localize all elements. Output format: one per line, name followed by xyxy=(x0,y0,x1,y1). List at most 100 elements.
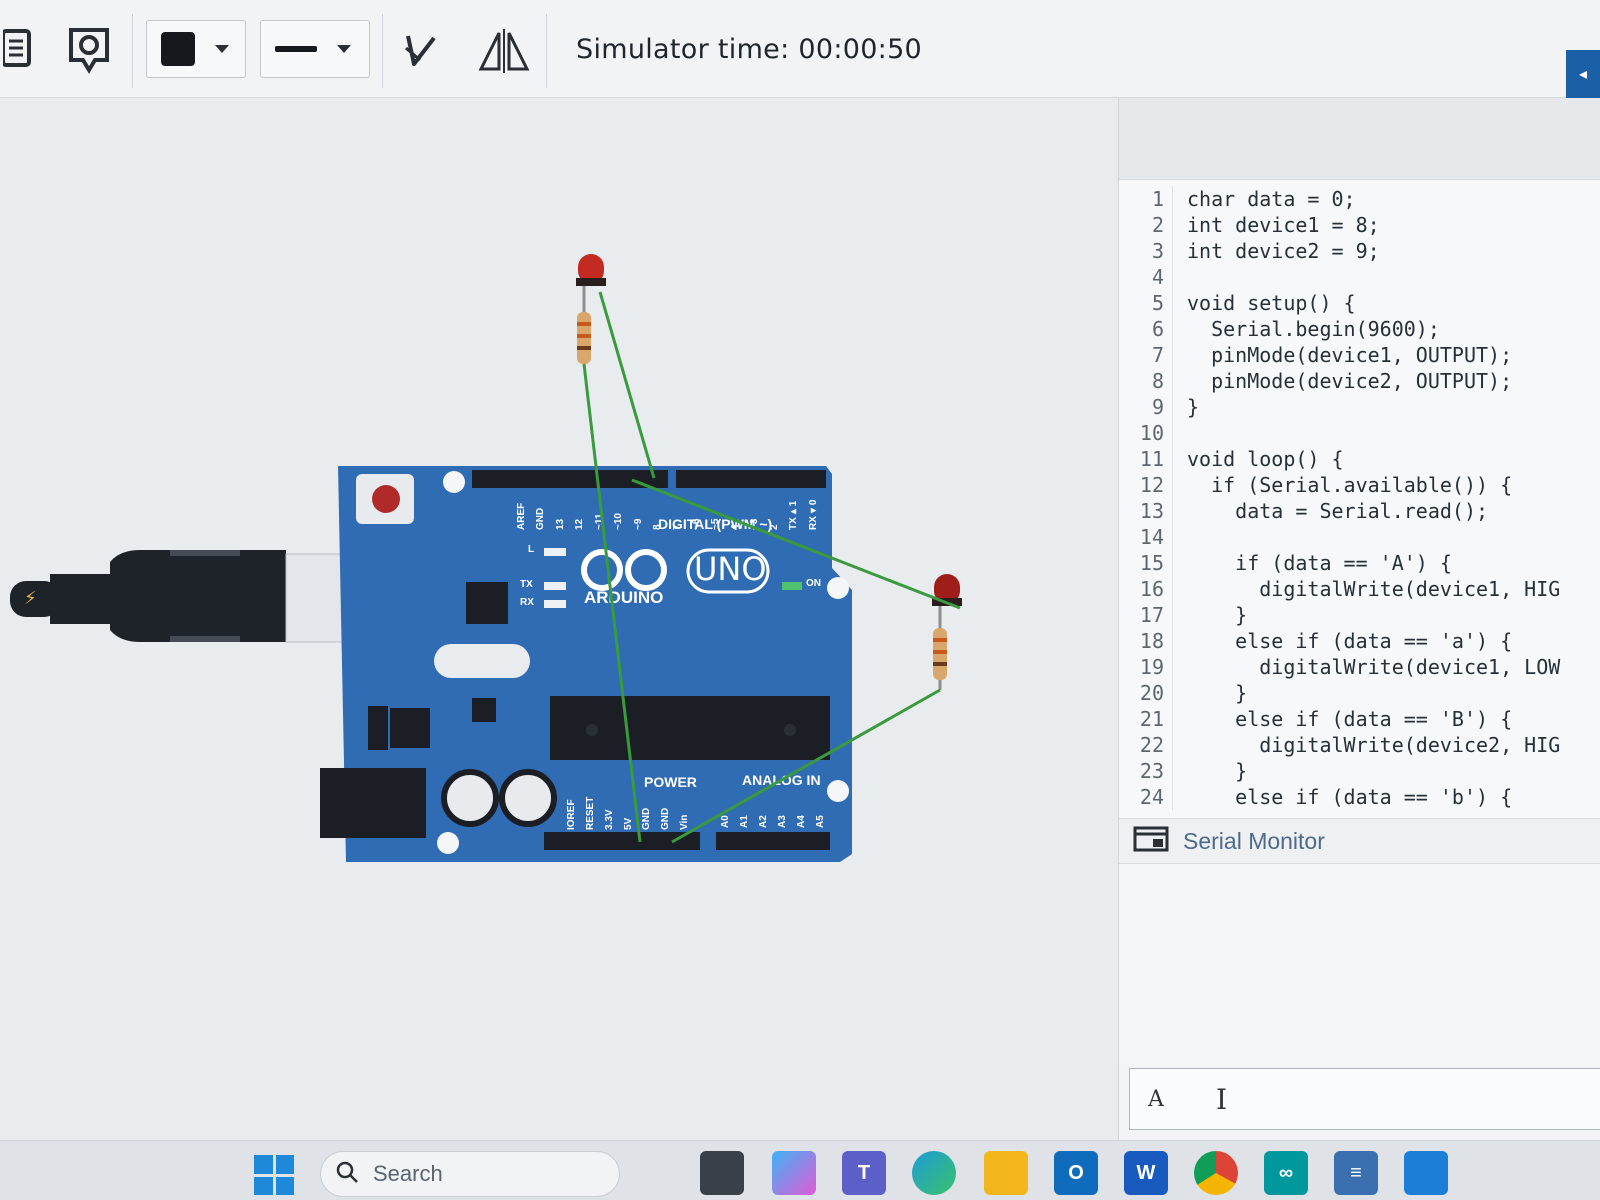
notes-icon[interactable] xyxy=(0,26,36,76)
code-text: } xyxy=(1187,681,1248,705)
notepad-icon[interactable]: ≡ xyxy=(1334,1151,1378,1195)
code-line[interactable]: 2 int device1 = 8; xyxy=(1119,212,1600,238)
code-line[interactable]: 24 else if (data == 'b') { xyxy=(1119,784,1600,810)
line-number: 10 xyxy=(1119,420,1173,446)
chrome-icon[interactable] xyxy=(1194,1151,1238,1195)
line-number: 24 xyxy=(1119,784,1173,810)
line-style-dropdown[interactable] xyxy=(260,20,370,78)
serial-input-value: A xyxy=(1148,1086,1164,1112)
code-line[interactable]: 4 xyxy=(1119,264,1600,290)
line-number: 2 xyxy=(1119,212,1173,238)
outlook-icon[interactable]: O xyxy=(1054,1151,1098,1195)
code-line[interactable]: 16 digitalWrite(device1, HIG xyxy=(1119,576,1600,602)
code-line[interactable]: 23 } xyxy=(1119,758,1600,784)
photos-icon[interactable] xyxy=(1404,1151,1448,1195)
collapse-panel-icon[interactable]: ◂ xyxy=(1566,50,1600,98)
code-text: if (data == 'A') { xyxy=(1187,551,1452,575)
code-text: void loop() { xyxy=(1187,447,1344,471)
line-number: 3 xyxy=(1119,238,1173,264)
code-text: void setup() { xyxy=(1187,291,1356,315)
code-line[interactable]: 18 else if (data == 'a') { xyxy=(1119,628,1600,654)
rotate-icon[interactable] xyxy=(398,28,442,72)
flip-icon[interactable] xyxy=(476,26,532,76)
code-panel-header xyxy=(1119,98,1600,180)
serial-monitor-bar[interactable]: Serial Monitor xyxy=(1119,818,1600,864)
circuit-canvas[interactable]: ⚡ ARDUINO UNO DIGITAL (PWM ~) POWER ANAL… xyxy=(0,98,1118,1140)
code-line[interactable]: 10 xyxy=(1119,420,1600,446)
line-number: 16 xyxy=(1119,576,1173,602)
line-number: 4 xyxy=(1119,264,1173,290)
serial-monitor-input[interactable]: A I xyxy=(1129,1068,1600,1130)
resistor-2[interactable] xyxy=(933,606,947,690)
code-text: } xyxy=(1187,759,1248,783)
serial-monitor-title: Serial Monitor xyxy=(1183,827,1325,854)
windows-start-icon[interactable] xyxy=(254,1155,294,1195)
code-text: pinMode(device2, OUTPUT); xyxy=(1187,369,1513,393)
code-line[interactable]: 17 } xyxy=(1119,602,1600,628)
code-text: digitalWrite(device2, HIG xyxy=(1187,733,1561,757)
copilot-icon[interactable] xyxy=(772,1151,816,1195)
toolbar-divider xyxy=(382,14,383,88)
code-line[interactable]: 11 void loop() { xyxy=(1119,446,1600,472)
teams-icon[interactable]: T xyxy=(842,1151,886,1195)
code-text: int device1 = 8; xyxy=(1187,213,1380,237)
toolbar-divider xyxy=(132,14,133,88)
search-label: Search xyxy=(373,1161,443,1186)
line-number: 11 xyxy=(1119,446,1173,472)
code-text: if (Serial.available()) { xyxy=(1187,473,1513,497)
color-swatch-icon xyxy=(161,32,195,66)
search-icon xyxy=(335,1160,359,1189)
resistor-1[interactable] xyxy=(577,286,591,364)
code-line[interactable]: 14 xyxy=(1119,524,1600,550)
code-text: data = Serial.read(); xyxy=(1187,499,1489,523)
line-number: 13 xyxy=(1119,498,1173,524)
chevron-down-icon xyxy=(215,45,229,53)
code-line[interactable]: 7 pinMode(device1, OUTPUT); xyxy=(1119,342,1600,368)
code-line[interactable]: 19 digitalWrite(device1, LOW xyxy=(1119,654,1600,680)
code-text: else if (data == 'b') { xyxy=(1187,785,1513,809)
component-icon[interactable] xyxy=(62,22,116,80)
wiring-layer xyxy=(576,254,962,844)
windows-taskbar: Search T O W ∞ ≡ xyxy=(0,1140,1600,1200)
line-number: 20 xyxy=(1119,680,1173,706)
code-line[interactable]: 22 digitalWrite(device2, HIG xyxy=(1119,732,1600,758)
toolbar: Simulator time: 00:00:50 ◂ xyxy=(0,0,1600,98)
taskbar-search[interactable]: Search xyxy=(320,1151,620,1197)
toolbar-divider xyxy=(546,14,547,88)
code-editor[interactable]: 1 char data = 0; 2 int device1 = 8; 3 int dev… xyxy=(1119,180,1600,818)
code-line[interactable]: 13 data = Serial.read(); xyxy=(1119,498,1600,524)
serial-monitor-output xyxy=(1119,864,1600,1064)
arduino-icon[interactable]: ∞ xyxy=(1264,1151,1308,1195)
red-led-1[interactable] xyxy=(576,254,606,286)
code-text: Serial.begin(9600); xyxy=(1187,317,1440,341)
code-line[interactable]: 5 void setup() { xyxy=(1119,290,1600,316)
code-text: char data = 0; xyxy=(1187,187,1356,211)
file-explorer-icon[interactable] xyxy=(984,1151,1028,1195)
code-line[interactable]: 3 int device2 = 9; xyxy=(1119,238,1600,264)
word-icon[interactable]: W xyxy=(1124,1151,1168,1195)
code-line[interactable]: 6 Serial.begin(9600); xyxy=(1119,316,1600,342)
wires[interactable] xyxy=(582,291,961,844)
chevron-down-icon xyxy=(337,45,351,53)
code-text: digitalWrite(device1, HIG xyxy=(1187,577,1561,601)
code-line[interactable]: 12 if (Serial.available()) { xyxy=(1119,472,1600,498)
code-line[interactable]: 20 } xyxy=(1119,680,1600,706)
code-line[interactable]: 8 pinMode(device2, OUTPUT); xyxy=(1119,368,1600,394)
code-line[interactable]: 1 char data = 0; xyxy=(1119,186,1600,212)
code-line[interactable]: 15 if (data == 'A') { xyxy=(1119,550,1600,576)
line-number: 17 xyxy=(1119,602,1173,628)
serial-monitor-icon xyxy=(1133,825,1169,858)
files-icon[interactable] xyxy=(700,1151,744,1195)
fill-color-dropdown[interactable] xyxy=(146,20,246,78)
code-line[interactable]: 9} xyxy=(1119,394,1600,420)
line-number: 7 xyxy=(1119,342,1173,368)
edge-icon[interactable] xyxy=(912,1151,956,1195)
code-line[interactable]: 21 else if (data == 'B') { xyxy=(1119,706,1600,732)
line-number: 9 xyxy=(1119,394,1173,420)
line-number: 22 xyxy=(1119,732,1173,758)
simulator-time: Simulator time: 00:00:50 xyxy=(576,34,923,65)
red-led-2[interactable] xyxy=(932,574,962,606)
code-text: else if (data == 'a') { xyxy=(1187,629,1513,653)
